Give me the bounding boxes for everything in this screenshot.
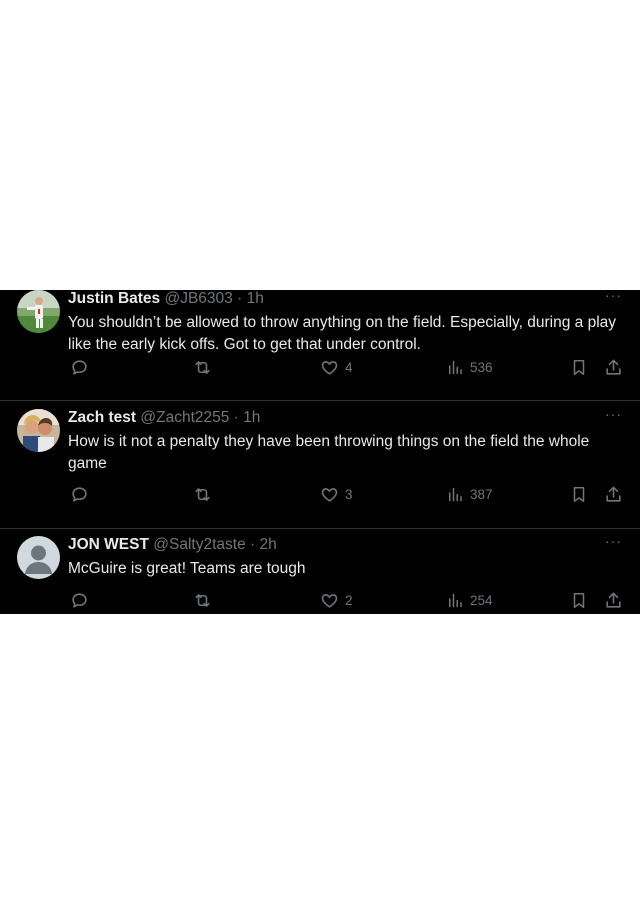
timestamp[interactable]: 1h (247, 290, 264, 307)
analytics-icon (449, 593, 462, 607)
reply-button[interactable] (70, 483, 89, 505)
tweet-jon-west[interactable]: JON WEST @Salty2taste · 2h ··· McGuire i… (0, 528, 640, 614)
bookmark-icon (573, 592, 585, 608)
bookmark-button[interactable] (570, 589, 588, 611)
like-count: 2 (345, 592, 353, 608)
reply-icon (72, 592, 87, 608)
tweet-actions: 4 536 (68, 356, 628, 378)
repost-button[interactable] (192, 356, 213, 378)
view-count: 387 (470, 486, 493, 502)
view-count: 536 (470, 359, 493, 375)
repost-button[interactable] (192, 483, 213, 505)
like-count: 3 (345, 486, 353, 502)
timestamp[interactable]: 2h (259, 536, 276, 553)
tweet-zach-test[interactable]: Zach test @Zacht2255 · 1h ··· How is it … (0, 401, 640, 527)
tweet-actions: 3 387 (68, 483, 628, 505)
reply-feed: Justin Bates @JB6303 · 1h ··· You should… (0, 290, 640, 614)
baseball-player-photo (17, 290, 60, 333)
views-button[interactable]: 254 (446, 589, 493, 611)
repost-button[interactable] (192, 589, 213, 611)
heart-icon (321, 487, 338, 502)
separator-dot: · (233, 409, 239, 426)
repost-icon (195, 487, 210, 501)
heart-icon (321, 593, 338, 608)
view-count: 254 (470, 592, 493, 608)
like-button[interactable]: 4 (320, 356, 353, 378)
user-name[interactable]: Justin Bates (68, 290, 160, 307)
tweet-header: JON WEST @Salty2taste · 2h (68, 536, 277, 554)
repost-icon (195, 360, 210, 374)
user-name[interactable]: Zach test (68, 409, 136, 426)
repost-icon (195, 593, 210, 607)
more-options-button[interactable]: ··· (605, 290, 622, 303)
user-handle[interactable]: @Salty2taste (153, 536, 245, 553)
analytics-icon (449, 360, 462, 374)
avatar[interactable] (17, 536, 60, 579)
couple-photo (17, 409, 60, 452)
user-handle[interactable]: @JB6303 (164, 290, 232, 307)
share-icon (606, 359, 621, 375)
user-handle[interactable]: @Zacht2255 (140, 409, 229, 426)
separator-dot: · (237, 290, 243, 307)
tweet-justin-bates[interactable]: Justin Bates @JB6303 · 1h ··· You should… (0, 290, 640, 400)
bookmark-button[interactable] (570, 483, 588, 505)
bookmark-icon (573, 486, 585, 502)
like-button[interactable]: 3 (320, 483, 353, 505)
timestamp[interactable]: 1h (243, 409, 260, 426)
like-count: 4 (345, 359, 353, 375)
views-button[interactable]: 387 (446, 483, 493, 505)
tweet-text: McGuire is great! Teams are tough (68, 560, 306, 577)
reply-button[interactable] (70, 356, 89, 378)
tweet-header: Justin Bates @JB6303 · 1h (68, 290, 264, 308)
analytics-icon (449, 487, 462, 501)
user-name[interactable]: JON WEST (68, 536, 149, 553)
share-icon (606, 486, 621, 502)
reply-button[interactable] (70, 589, 89, 611)
reply-icon (72, 486, 87, 502)
heart-icon (321, 360, 338, 375)
tweet-text: You shouldn’t be allowed to throw anythi… (68, 314, 617, 353)
share-icon (606, 592, 621, 608)
separator-dot: · (250, 536, 256, 553)
avatar[interactable] (17, 409, 60, 452)
avatar[interactable] (17, 290, 60, 333)
bookmark-icon (573, 359, 585, 375)
more-options-button[interactable]: ··· (605, 406, 622, 422)
default-avatar-icon (17, 536, 60, 579)
tweet-header: Zach test @Zacht2255 · 1h (68, 409, 260, 427)
tweet-actions: 2 254 (68, 589, 628, 611)
share-button[interactable] (604, 356, 623, 378)
tweet-text: How is it not a penalty they have been t… (68, 433, 590, 472)
bookmark-button[interactable] (570, 356, 588, 378)
views-button[interactable]: 536 (446, 356, 493, 378)
like-button[interactable]: 2 (320, 589, 353, 611)
share-button[interactable] (604, 483, 623, 505)
share-button[interactable] (604, 589, 623, 611)
reply-icon (72, 359, 87, 375)
more-options-button[interactable]: ··· (605, 533, 622, 549)
